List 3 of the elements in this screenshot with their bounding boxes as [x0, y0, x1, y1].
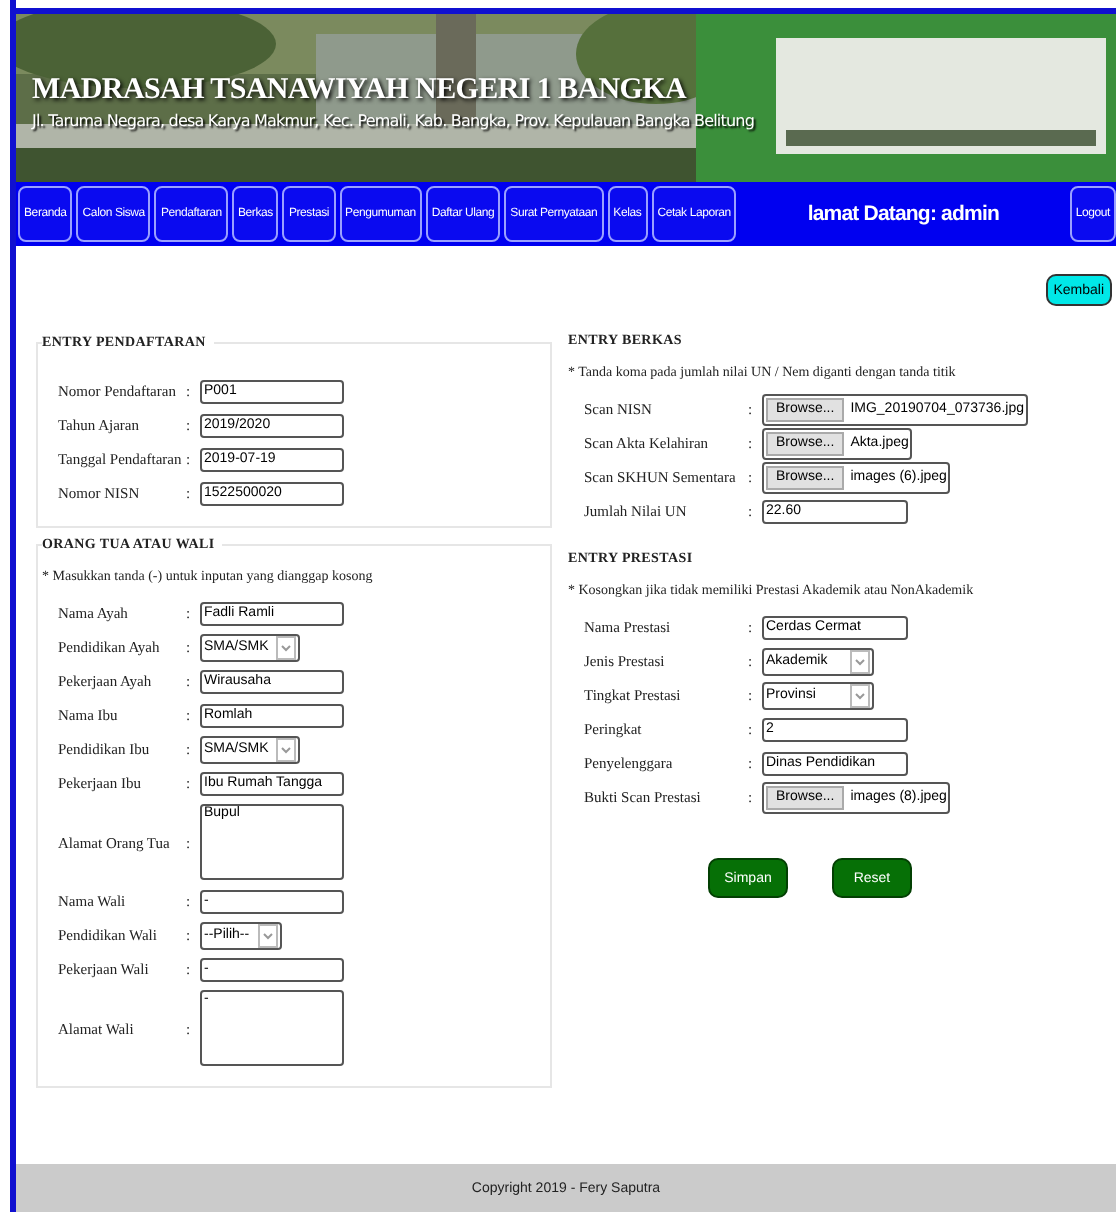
welcome-text: lamat Datang: admin — [807, 202, 999, 226]
school-title: MADRASAH TSANAWIYAH NEGERI 1 BANGKA — [32, 74, 689, 108]
school-address: Jl. Taruma Negara, desa Karya Makmur, Kec. Pemali, Kab. Bangka, Prov. Kepulauan Bangka Belitung — [32, 112, 757, 130]
